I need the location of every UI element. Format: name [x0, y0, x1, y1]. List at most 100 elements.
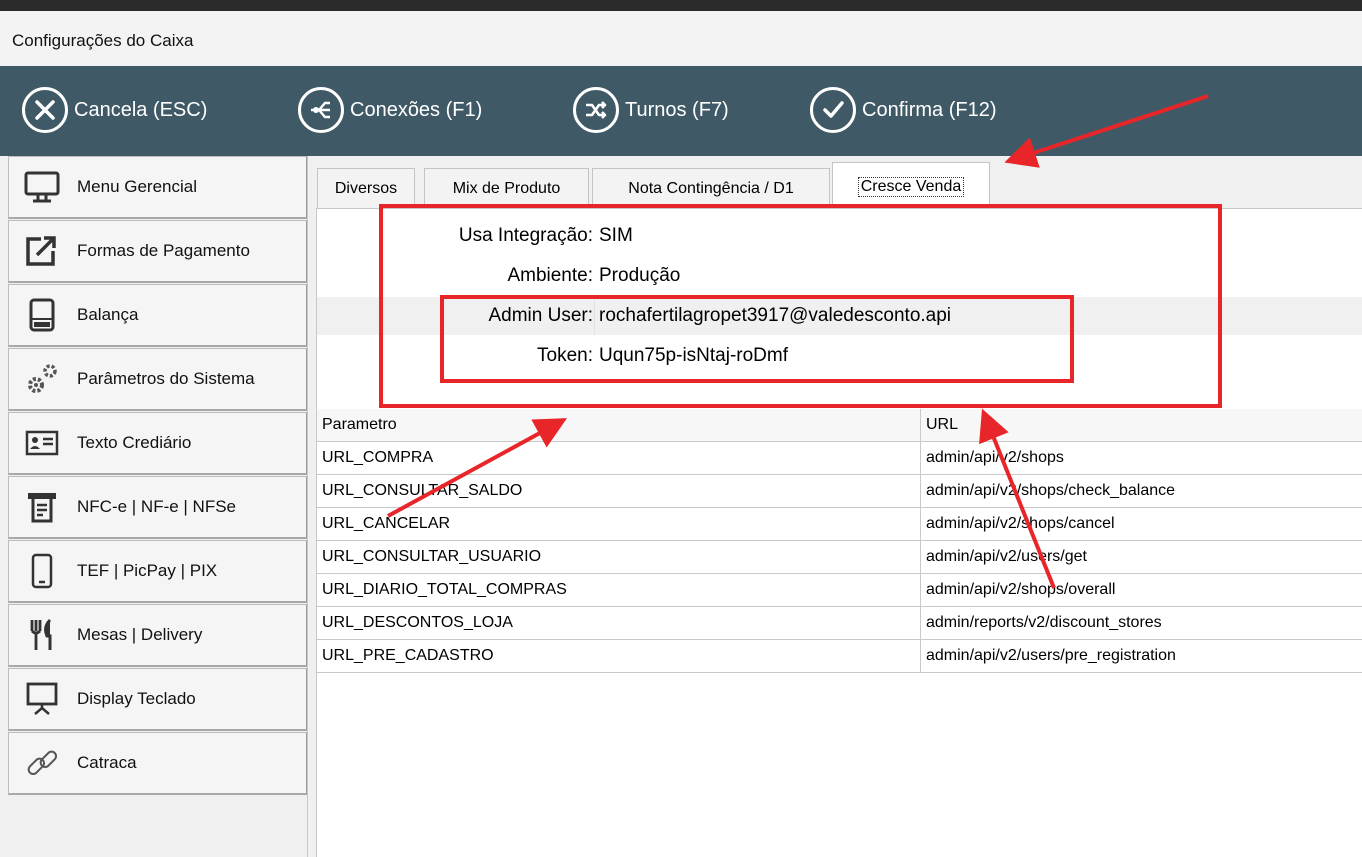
- network-icon: [298, 87, 344, 133]
- column-header-url[interactable]: URL: [926, 416, 958, 434]
- cell-url: admin/api/v2/shops/overall: [926, 581, 1116, 598]
- cell-parametro: URL_CONSULTAR_SALDO: [322, 482, 523, 499]
- cell-parametro: URL_DESCONTOS_LOJA: [322, 614, 513, 631]
- monitor-icon: [19, 167, 65, 207]
- property-label: Token:: [537, 345, 593, 366]
- sidebar-item-label: TEF | PicPay | PIX: [77, 561, 218, 580]
- table-row[interactable]: URL_COMPRA admin/api/v2/shops: [317, 442, 1362, 475]
- external-link-icon: [19, 231, 65, 271]
- sidebar-item-display-teclado[interactable]: Display Teclado: [8, 668, 307, 731]
- tab-label: Diversos: [334, 179, 398, 197]
- tab-diversos[interactable]: Diversos: [317, 168, 415, 208]
- tab-cresce-venda[interactable]: Cresce Venda: [832, 162, 990, 210]
- sidebar-item-label: Menu Gerencial: [77, 177, 198, 196]
- table-row[interactable]: URL_DESCONTOS_LOJA admin/reports/v2/disco…: [317, 607, 1362, 640]
- property-label: Ambiente:: [507, 265, 593, 286]
- sidebar-item-catraca[interactable]: Catraca: [8, 732, 307, 795]
- property-value: Uqun75p-isNtaj-roDmf: [599, 345, 789, 366]
- property-label: Usa Integração:: [458, 225, 593, 246]
- main-content: Diversos Mix de Produto Nota Contingênci…: [310, 156, 1362, 857]
- property-label: Admin User:: [488, 305, 593, 326]
- cell-parametro: URL_CONSULTAR_USUARIO: [322, 548, 542, 565]
- shifts-button-label: Turnos (F7): [625, 98, 729, 121]
- sidebar-item-label: Balança: [77, 305, 139, 324]
- title-bar: Configurações do Caixa: [0, 11, 1362, 66]
- cell-parametro: URL_COMPRA: [322, 449, 434, 466]
- cell-url: admin/api/v2/users/get: [926, 548, 1087, 565]
- property-row[interactable]: Ambiente: Produção: [317, 257, 1362, 295]
- table-row[interactable]: URL_CONSULTAR_SALDO admin/api/v2/shops/ch…: [317, 475, 1362, 508]
- confirm-button[interactable]: Confirma (F12): [810, 85, 996, 135]
- tab-nota-contingencia[interactable]: Nota Contingência / D1: [592, 168, 830, 208]
- sidebar-item-menu-gerencial[interactable]: Menu Gerencial: [8, 156, 307, 219]
- column-divider: [594, 297, 595, 335]
- cell-url: admin/api/v2/shops/cancel: [926, 515, 1115, 532]
- sidebar-item-parametros[interactable]: Parâmetros do Sistema: [8, 348, 307, 411]
- cell-parametro: URL_DIARIO_TOTAL_COMPRAS: [322, 581, 567, 598]
- cell-url: admin/reports/v2/discount_stores: [926, 614, 1162, 631]
- column-header-parametro[interactable]: Parametro: [322, 416, 397, 434]
- property-value: rochafertilagropet3917@valedesconto.api: [599, 305, 952, 326]
- shifts-button[interactable]: Turnos (F7): [573, 85, 729, 135]
- confirm-button-label: Confirma (F12): [862, 98, 997, 121]
- sidebar-item-texto-crediario[interactable]: Texto Crediário: [8, 412, 307, 475]
- column-divider: [920, 640, 921, 672]
- toolbar: Cancela (ESC) Conexões (F1) Turnos (F7) …: [0, 66, 1362, 156]
- receipt-printer-icon: [19, 487, 65, 527]
- table-row[interactable]: URL_DIARIO_TOTAL_COMPRAS admin/api/v2/sho…: [317, 574, 1362, 607]
- tab-panel: Usa Integração: SIM Ambiente: Produção A…: [316, 208, 1362, 857]
- column-divider: [920, 607, 921, 639]
- tab-mix-produto[interactable]: Mix de Produto: [424, 168, 589, 208]
- table-row[interactable]: URL_CONSULTAR_USUARIO admin/api/v2/users/…: [317, 541, 1362, 574]
- column-divider: [920, 475, 921, 507]
- property-value: Produção: [599, 265, 681, 286]
- sidebar-item-balanca[interactable]: Balança: [8, 284, 307, 347]
- column-divider: [920, 508, 921, 540]
- connections-button[interactable]: Conexões (F1): [298, 85, 482, 135]
- sidebar-item-label: Texto Crediário: [77, 433, 192, 452]
- gears-icon: [19, 359, 65, 399]
- tab-label: Mix de Produto: [452, 179, 561, 197]
- column-divider: [920, 409, 921, 441]
- sidebar-item-label: Catraca: [77, 753, 137, 772]
- sidebar-item-mesas[interactable]: Mesas | Delivery: [8, 604, 307, 667]
- sidebar-item-formas-pagamento[interactable]: Formas de Pagamento: [8, 220, 307, 283]
- column-divider: [920, 574, 921, 606]
- property-row[interactable]: Usa Integração: SIM: [317, 217, 1362, 255]
- window-title: Configurações do Caixa: [12, 31, 194, 50]
- property-value: SIM: [599, 225, 633, 246]
- sidebar-item-nfce[interactable]: NFC-e | NF-e | NFSe: [8, 476, 307, 539]
- tab-label: Nota Contingência / D1: [628, 179, 794, 197]
- property-row[interactable]: Token: Uqun75p-isNtaj-roDmf: [317, 337, 1362, 375]
- check-icon: [810, 87, 856, 133]
- close-icon: [22, 87, 68, 133]
- link-icon: [19, 743, 65, 783]
- sidebar-item-tef[interactable]: TEF | PicPay | PIX: [8, 540, 307, 603]
- cutlery-icon: [19, 615, 65, 655]
- phone-icon: [19, 551, 65, 591]
- sidebar: Menu Gerencial Formas de Pagamento Balan…: [8, 156, 308, 857]
- column-divider: [920, 442, 921, 474]
- window-top-border: [0, 0, 1362, 11]
- scale-icon: [19, 295, 65, 335]
- tab-label: Cresce Venda: [857, 176, 965, 197]
- cell-url: admin/api/v2/shops/check_balance: [926, 482, 1176, 499]
- cancel-button[interactable]: Cancela (ESC): [22, 85, 207, 135]
- property-row[interactable]: Admin User: rochafertilagropet3917@valed…: [317, 297, 1362, 335]
- connections-button-label: Conexões (F1): [350, 98, 483, 121]
- cell-parametro: URL_PRE_CADASTRO: [322, 647, 494, 664]
- sidebar-item-label: Mesas | Delivery: [77, 625, 203, 644]
- sidebar-item-label: Formas de Pagamento: [77, 241, 250, 260]
- table-row[interactable]: URL_CANCELAR admin/api/v2/shops/cancel: [317, 508, 1362, 541]
- presentation-icon: [19, 679, 65, 719]
- cell-url: admin/api/v2/users/pre_registration: [926, 647, 1176, 664]
- cancel-button-label: Cancela (ESC): [74, 98, 208, 121]
- id-card-icon: [19, 423, 65, 463]
- grid-header: Parametro URL: [317, 409, 1362, 442]
- tab-bar: Diversos Mix de Produto Nota Contingênci…: [310, 160, 1362, 210]
- table-row[interactable]: URL_PRE_CADASTRO admin/api/v2/users/pre_r…: [317, 640, 1362, 673]
- column-divider: [920, 541, 921, 573]
- sidebar-item-label: NFC-e | NF-e | NFSe: [77, 497, 237, 516]
- sidebar-item-label: Display Teclado: [77, 689, 196, 708]
- sidebar-item-label: Parâmetros do Sistema: [77, 369, 255, 388]
